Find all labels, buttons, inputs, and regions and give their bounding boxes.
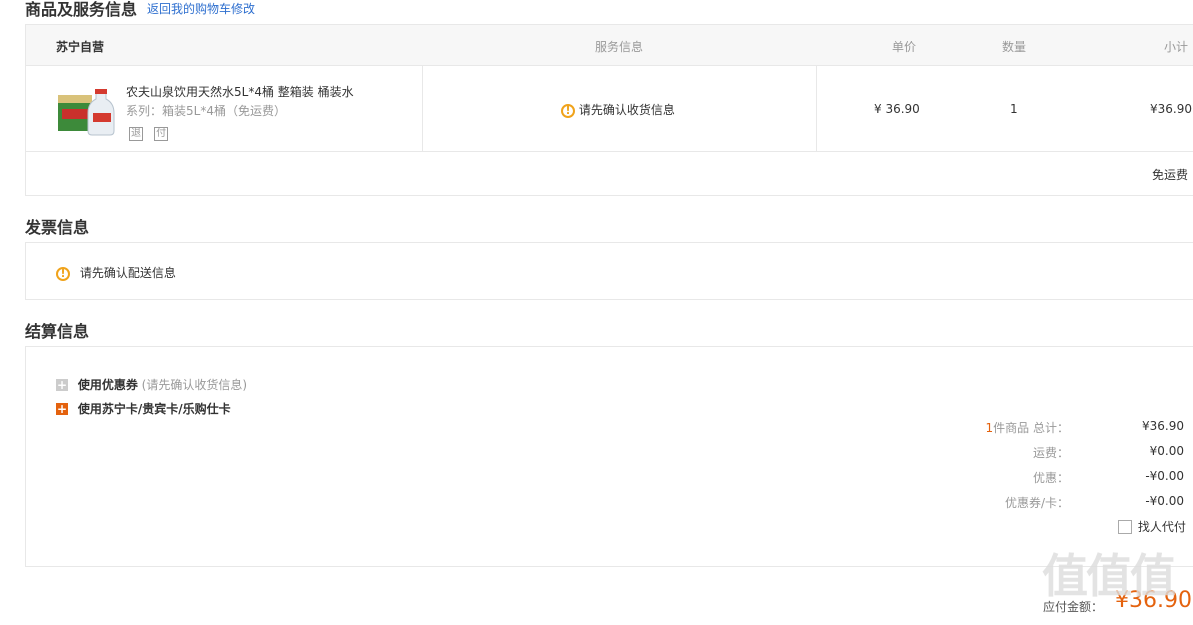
warning-icon: ! [56, 267, 70, 281]
divider [816, 65, 817, 151]
product-name[interactable]: 农夫山泉饮用天然水5L*4桶 整箱装 桶装水 [126, 83, 354, 100]
coupon-card-label: 优惠券/卡： [1004, 496, 1069, 510]
col-qty: 数量 [1002, 40, 1027, 54]
service-notice-text: 请先确认收货信息 [578, 103, 675, 117]
item-qty: 1 [1010, 102, 1018, 116]
goods-section-title: 商品及服务信息 [25, 0, 138, 19]
pay-for-row[interactable]: 找人代付 [1118, 518, 1186, 535]
invoice-notice: ! 请先确认配送信息 [56, 264, 176, 281]
summary-count-label: 1件商品 总计： [869, 419, 1069, 436]
product-image[interactable] [56, 85, 116, 137]
col-subtotal: 小计 [1164, 40, 1189, 54]
watermark-logo: 值值值 [1042, 549, 1176, 603]
plus-icon[interactable]: + [56, 403, 68, 415]
pay-for-label[interactable]: 找人代付 [1138, 520, 1186, 534]
divider [422, 65, 423, 151]
card-label[interactable]: 使用苏宁卡/贵宾卡/乐购仕卡 [78, 402, 231, 416]
product-spec: 系列：箱装5L*4桶（免运费） [126, 104, 286, 118]
item-subtotal: ¥36.90 [1150, 102, 1192, 116]
service-notice: ! 请先确认收货信息 [561, 101, 675, 118]
coupon-row[interactable]: + 使用优惠券 (请先确认收货信息) [56, 376, 247, 393]
col-price: 单价 [892, 40, 917, 54]
divider [26, 151, 1193, 152]
count-suffix: 件商品 总计： [993, 421, 1069, 435]
freight-value: ¥0.00 [1149, 444, 1184, 458]
goods-table: 苏宁自营 服务信息 单价 数量 小计 农夫山泉饮用天然水5L*4桶 整箱装 桶装… [25, 24, 1193, 196]
product-tags: 退 付 [129, 121, 169, 141]
plus-icon[interactable]: + [56, 379, 68, 391]
settle-section-title: 结算信息 [25, 322, 90, 341]
shipping-note: 免运费 [1152, 168, 1189, 182]
warning-icon: ! [561, 104, 575, 118]
pay-for-checkbox[interactable] [1118, 519, 1132, 534]
return-tag: 退 [129, 127, 143, 141]
settle-box: + 使用优惠券 (请先确认收货信息) + 使用苏宁卡/贵宾卡/乐购仕卡 1件商品… [25, 346, 1193, 567]
discount-value: -¥0.00 [1145, 469, 1184, 483]
summary-total: ¥36.90 [1142, 419, 1184, 433]
shop-name: 苏宁自营 [56, 40, 105, 54]
goods-table-header: 苏宁自营 服务信息 单价 数量 小计 [26, 25, 1193, 66]
coupon-hint: (请先确认收货信息) [141, 378, 248, 392]
col-service: 服务信息 [595, 40, 644, 54]
coupon-label[interactable]: 使用优惠券 [78, 378, 138, 392]
coupon-card-value: -¥0.00 [1145, 494, 1184, 508]
card-row[interactable]: + 使用苏宁卡/贵宾卡/乐购仕卡 [56, 400, 231, 417]
invoice-notice-text: 请先确认配送信息 [79, 266, 176, 280]
invoice-section-title: 发票信息 [25, 218, 90, 237]
freight-label: 运费： [1032, 446, 1069, 460]
back-to-cart-link[interactable]: 返回我的购物车修改 [147, 0, 255, 17]
invoice-box: ! 请先确认配送信息 [25, 242, 1193, 300]
discount-label: 优惠： [1032, 471, 1069, 485]
pay-tag: 付 [154, 127, 169, 141]
item-price: ¥ 36.90 [874, 102, 920, 116]
